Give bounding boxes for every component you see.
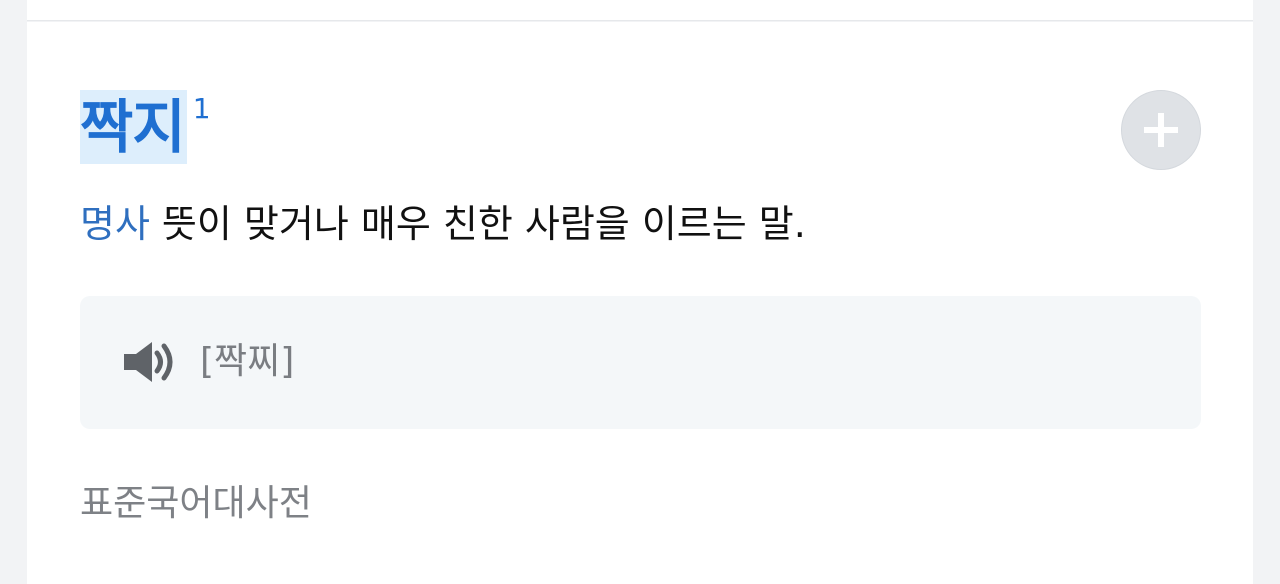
- play-pronunciation-button[interactable]: [122, 338, 180, 386]
- homonym-number: 1: [192, 92, 211, 125]
- plus-icon: [1144, 113, 1178, 147]
- definition-text: 뜻이 맞거나 매우 친한 사람을 이르는 말.: [161, 202, 806, 246]
- dictionary-source[interactable]: 표준국어대사전: [80, 480, 312, 528]
- headword[interactable]: 짝지: [80, 90, 187, 164]
- part-of-speech: 명사: [80, 202, 150, 246]
- definition-line: 명사 뜻이 맞거나 매우 친한 사람을 이르는 말.: [80, 198, 806, 250]
- previous-card: [27, 0, 1253, 21]
- dictionary-entry-card: 짝지 1 명사 뜻이 맞거나 매우 친한 사람을 이르는 말. [짝찌] 표준국어…: [27, 22, 1253, 584]
- headword-row: 짝지 1: [80, 90, 211, 164]
- add-to-wordbook-button[interactable]: [1121, 90, 1201, 170]
- speaker-icon: [124, 342, 173, 382]
- pronunciation-text: [짝찌]: [200, 341, 295, 382]
- pronunciation-box: [짝찌]: [80, 296, 1201, 429]
